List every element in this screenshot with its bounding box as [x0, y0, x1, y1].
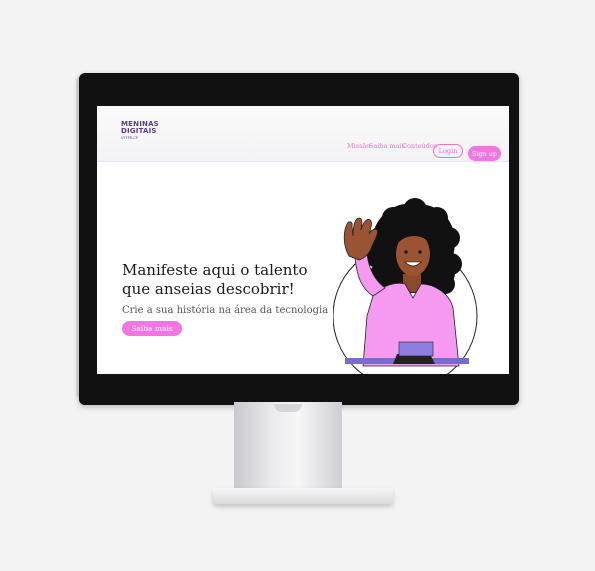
monitor-stand-neck: [234, 402, 342, 498]
logo-text-line2: DIGITAIS: [121, 127, 157, 135]
hero-title: Manifeste aqui o talento que anseias des…: [122, 261, 322, 299]
nav-link-conteudos[interactable]: Conteúdos: [402, 142, 437, 150]
navbar: MENINAS DIGITAIS UTFPR-CP Missão Saiba m…: [97, 106, 509, 162]
waving-woman-illustration: [333, 198, 478, 374]
hero-subtitle: Crie a sua história na área da tecnologi…: [122, 305, 329, 316]
website-screen: MENINAS DIGITAIS UTFPR-CP Missão Saiba m…: [97, 106, 509, 374]
nav-link-missao[interactable]: Missão: [347, 142, 370, 150]
monitor-stand-base: [213, 488, 393, 504]
nav-link-saiba-mais[interactable]: Saiba mais: [369, 142, 405, 150]
monitor-stand-hole: [274, 404, 302, 412]
monitor-bezel-bottom: [79, 374, 519, 405]
signup-button[interactable]: Sign up: [468, 146, 501, 161]
logo-text-line3: UTFPR-CP: [121, 136, 138, 140]
hero-saiba-mais-button[interactable]: Saiba mais: [122, 321, 182, 336]
brand-logo[interactable]: MENINAS DIGITAIS UTFPR-CP: [121, 121, 161, 141]
login-button[interactable]: Login: [433, 144, 463, 158]
hero-title-line1: Manifeste aqui o talento: [122, 261, 308, 279]
laptop-lid: [398, 341, 434, 357]
hero-title-line2: que anseias descobrir!: [122, 280, 295, 298]
